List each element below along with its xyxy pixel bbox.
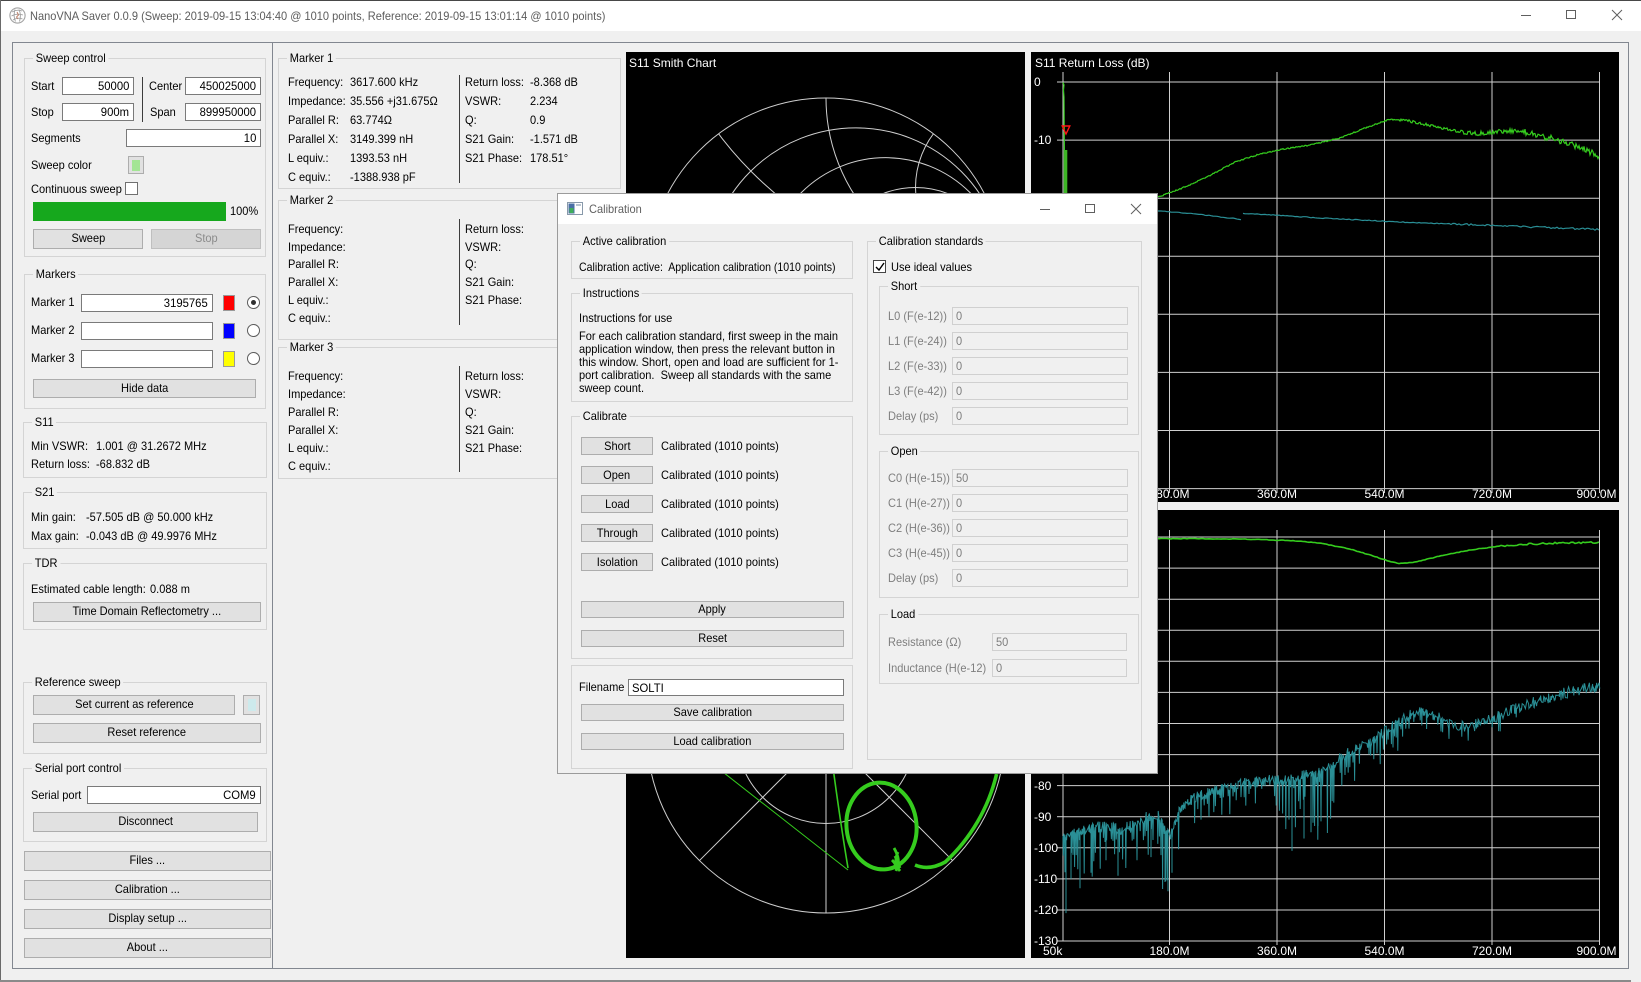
svg-text:-120: -120 [1034,903,1058,917]
svg-text:S11 Smith Chart: S11 Smith Chart [629,56,717,70]
svg-text:-80: -80 [1034,779,1052,793]
svg-text:-90: -90 [1034,810,1052,824]
svg-text:360.0M: 360.0M [1257,487,1297,501]
svg-text:900.0M: 900.0M [1576,944,1616,958]
svg-text:-100: -100 [1034,841,1058,855]
svg-text:0: 0 [1034,75,1041,89]
svg-text:540.0M: 540.0M [1364,487,1404,501]
svg-text:-10: -10 [1034,133,1052,147]
svg-text:540.0M: 540.0M [1364,944,1404,958]
svg-text:50k: 50k [1043,944,1063,958]
svg-text:720.0M: 720.0M [1472,487,1512,501]
svg-text:720.0M: 720.0M [1472,944,1512,958]
svg-text:S11 Return Loss (dB): S11 Return Loss (dB) [1035,56,1150,70]
svg-text:360.0M: 360.0M [1257,944,1297,958]
svg-text:180.0M: 180.0M [1149,944,1189,958]
svg-text:-110: -110 [1034,872,1057,886]
svg-text:900.0M: 900.0M [1576,487,1616,501]
